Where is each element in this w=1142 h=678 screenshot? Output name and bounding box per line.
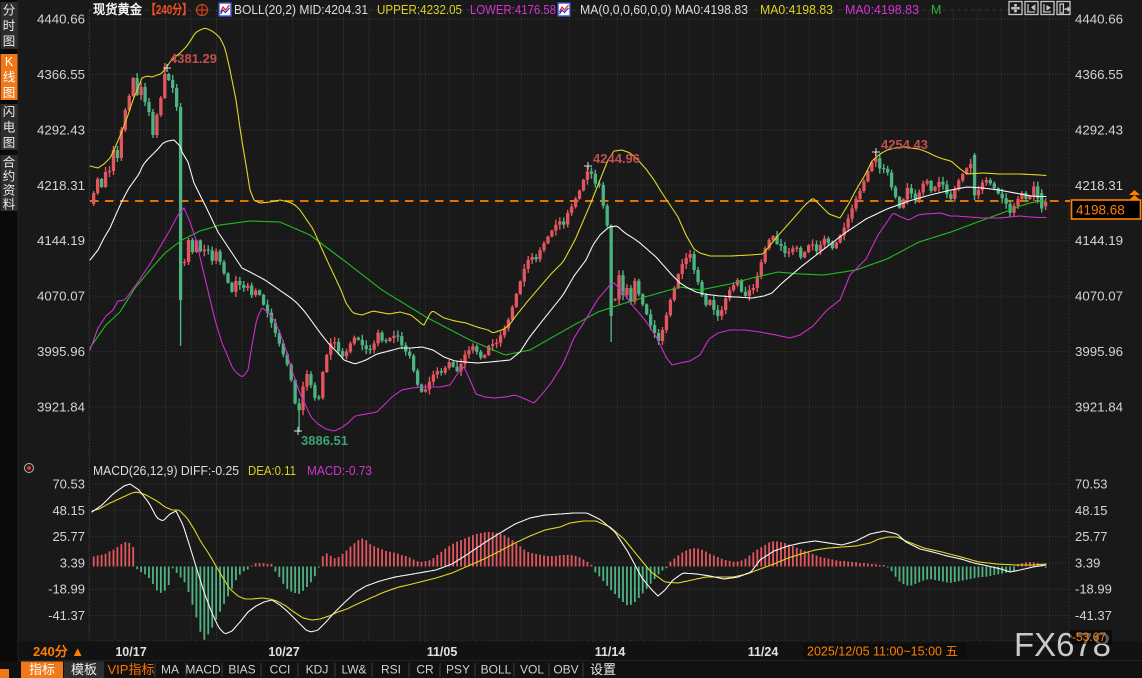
svg-text:240分 ▲: 240分 ▲ — [33, 644, 84, 659]
svg-text:3921.84: 3921.84 — [37, 400, 85, 415]
svg-text:M: M — [931, 3, 941, 17]
svg-text:时: 时 — [3, 19, 16, 33]
svg-text:11/24: 11/24 — [748, 645, 779, 659]
svg-text:RSI: RSI — [381, 663, 401, 677]
svg-text:25.77: 25.77 — [52, 529, 85, 544]
svg-text:3.39: 3.39 — [1075, 555, 1100, 570]
svg-text:4381.29: 4381.29 — [170, 51, 217, 66]
svg-text:4070.07: 4070.07 — [1075, 289, 1123, 304]
svg-text:70.53: 70.53 — [1075, 477, 1108, 492]
svg-text:LW&: LW& — [341, 663, 366, 677]
svg-text:BOLL(20,2) MID:4204.31: BOLL(20,2) MID:4204.31 — [234, 3, 368, 17]
svg-text:电: 电 — [3, 121, 16, 135]
svg-text:4440.66: 4440.66 — [1075, 12, 1123, 27]
svg-text:48.15: 48.15 — [52, 503, 85, 518]
svg-text:BOLL: BOLL — [481, 663, 512, 677]
svg-text:分: 分 — [3, 3, 16, 17]
svg-text:2025/12/05 11:00~15:00 五: 2025/12/05 11:00~15:00 五 — [807, 645, 958, 659]
svg-text:4292.43: 4292.43 — [1075, 122, 1123, 137]
svg-text:MA(0,0,0,60,0,0) MA0:4198.83: MA(0,0,0,60,0,0) MA0:4198.83 — [580, 3, 748, 17]
svg-text:设置: 设置 — [590, 662, 616, 677]
svg-text:-41.37: -41.37 — [48, 608, 85, 623]
svg-text:KDJ: KDJ — [306, 663, 329, 677]
svg-text:PSY: PSY — [446, 663, 470, 677]
svg-text:4366.55: 4366.55 — [37, 67, 85, 82]
svg-text:4070.07: 4070.07 — [37, 289, 85, 304]
svg-text:4254.43: 4254.43 — [881, 137, 928, 152]
svg-text:VIP指标: VIP指标 — [108, 662, 155, 677]
svg-text:图: 图 — [3, 86, 16, 100]
svg-text:料: 料 — [3, 198, 16, 212]
svg-text:K: K — [5, 55, 14, 69]
svg-text:图: 图 — [3, 136, 16, 150]
svg-text:10/27: 10/27 — [268, 645, 299, 659]
svg-text:3921.84: 3921.84 — [1075, 400, 1123, 415]
svg-text:模板: 模板 — [71, 662, 97, 677]
svg-text:MA0:4198.83: MA0:4198.83 — [845, 3, 919, 17]
svg-text:10/17: 10/17 — [115, 645, 146, 659]
svg-text:3995.96: 3995.96 — [37, 344, 85, 359]
svg-text:4244.96: 4244.96 — [593, 151, 640, 166]
svg-text:-18.99: -18.99 — [48, 582, 85, 597]
svg-text:4198.68: 4198.68 — [1076, 203, 1125, 218]
svg-text:MACD:-0.73: MACD:-0.73 — [307, 464, 372, 478]
svg-text:现货黄金: 现货黄金 — [93, 2, 143, 17]
svg-text:4144.19: 4144.19 — [1075, 233, 1123, 248]
svg-text:约: 约 — [3, 169, 16, 184]
svg-text:线: 线 — [3, 71, 16, 85]
svg-text:70.53: 70.53 — [52, 477, 85, 492]
svg-text:UPPER:4232.05: UPPER:4232.05 — [377, 3, 462, 17]
svg-text:3.39: 3.39 — [60, 555, 85, 570]
svg-text:11/05: 11/05 — [427, 645, 458, 659]
svg-text:11/14: 11/14 — [595, 645, 626, 659]
svg-text:25.77: 25.77 — [1075, 529, 1108, 544]
svg-text:CR: CR — [416, 663, 434, 677]
svg-text:CCI: CCI — [270, 663, 291, 677]
svg-text:LOWER:4176.58: LOWER:4176.58 — [470, 3, 556, 17]
svg-text:VOL: VOL — [520, 663, 544, 677]
svg-text:MA: MA — [161, 663, 179, 677]
svg-text:4292.43: 4292.43 — [37, 122, 85, 137]
svg-text:48.15: 48.15 — [1075, 503, 1108, 518]
svg-text:-18.99: -18.99 — [1075, 582, 1112, 597]
svg-text:MA0:4198.83: MA0:4198.83 — [760, 3, 833, 17]
svg-text:MACD(26,12,9) DIFF:-0.25: MACD(26,12,9) DIFF:-0.25 — [93, 464, 239, 478]
svg-text:3995.96: 3995.96 — [1075, 344, 1123, 359]
svg-text:图: 图 — [3, 35, 16, 49]
svg-text:指标: 指标 — [29, 662, 55, 677]
svg-text:4218.31: 4218.31 — [1075, 178, 1123, 193]
svg-text:DEA:0.11: DEA:0.11 — [248, 464, 296, 478]
svg-text:合: 合 — [3, 155, 16, 170]
svg-text:OBV: OBV — [553, 663, 578, 677]
svg-text:4366.55: 4366.55 — [1075, 67, 1123, 82]
svg-text:-53.67: -53.67 — [1072, 630, 1106, 644]
svg-text:MACD: MACD — [185, 663, 221, 677]
svg-text:4144.19: 4144.19 — [37, 233, 85, 248]
svg-text:闪: 闪 — [3, 105, 16, 119]
svg-text:4218.31: 4218.31 — [37, 178, 85, 193]
svg-text:-41.37: -41.37 — [1075, 608, 1112, 623]
svg-text:4440.66: 4440.66 — [37, 12, 85, 27]
svg-text:资: 资 — [3, 184, 16, 198]
svg-text:【240分】: 【240分】 — [146, 2, 192, 17]
svg-text:3886.51: 3886.51 — [301, 433, 348, 448]
svg-text:BIAS: BIAS — [228, 663, 255, 677]
